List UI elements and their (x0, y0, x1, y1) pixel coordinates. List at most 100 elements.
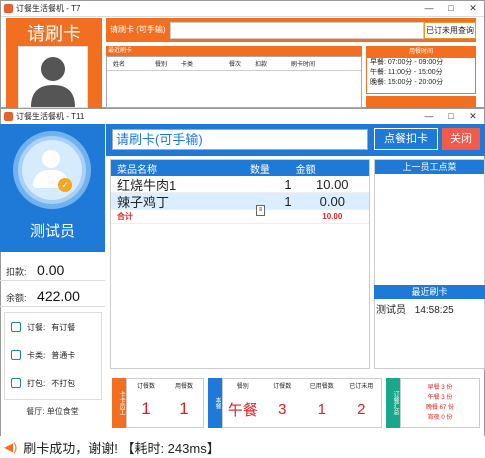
meal-time-line: 晚餐: 15:00分 - 20:00分 (370, 79, 444, 86)
meal-time-line: 早餐: 07:00分 - 09:00分 (370, 59, 444, 66)
info-box: 订餐: 有订餐 卡类: 普通卡 打包: 不打包 (4, 312, 102, 400)
stat-value: 1 (141, 399, 151, 418)
recent-title: 最近刷卡 (374, 285, 485, 299)
info-value: 有订餐 (51, 322, 76, 332)
status-text: 刷卡成功，谢谢! 【耗时: 243ms】 (23, 440, 220, 456)
stat-header: 已订未用 (349, 383, 374, 390)
pack-icon (11, 378, 21, 388)
stat-header: 用餐数 (174, 383, 193, 390)
info-pack: 打包: 不打包 (5, 369, 101, 397)
back-col: 扣款 (255, 62, 268, 68)
back-card-input[interactable] (170, 22, 424, 39)
total-row: 合计 10.00 (111, 210, 369, 224)
info-label: 订餐: (27, 322, 46, 332)
back-col: 卡类 (181, 62, 194, 68)
front-title-bar: 订餐生活餐机 - T11 — □ ✕ (1, 109, 484, 125)
this-meal-box: 餐别 订餐数 已用餐数 已订未用 午餐 3 1 2 (222, 378, 382, 428)
info-label: 打包: (27, 378, 46, 388)
close-icon[interactable]: ✕ (462, 111, 484, 122)
maximize-icon[interactable]: □ (440, 111, 462, 122)
balance-label: 余额: (6, 293, 27, 303)
meal-time-box: 用餐时间 早餐: 07:00分 - 09:00分 午餐: 11:00分 - 15… (366, 46, 476, 94)
close-button[interactable]: 关闭 (442, 128, 480, 150)
card-staff-box: 订餐数 用餐数 1 1 (126, 378, 204, 428)
summary-box: 早餐 3 份 午餐 3 份 晚餐 67 份 宵夜 0 份 (400, 378, 480, 428)
maximize-icon[interactable]: □ (440, 3, 462, 14)
meal-time-line: 午餐: 11:00分 - 15:00分 (370, 69, 443, 76)
back-title-bar: 订餐生活餐机 - T7 — □ ✕ (1, 1, 484, 17)
minimize-icon[interactable]: — (418, 3, 440, 14)
stat-header: 已用餐数 (309, 383, 334, 390)
summary-line: 宵夜 0 份 (427, 415, 453, 421)
info-card: 卡类: 普通卡 (5, 341, 101, 369)
card-icon (11, 350, 21, 360)
col-amount: 金额 (295, 164, 316, 176)
balance-row: 余额: 422.00 (6, 288, 80, 304)
stat-value: 3 (278, 400, 287, 418)
status-bar: ◀) 刷卡成功，谢谢! 【耗时: 243ms】 (0, 436, 485, 458)
divider (0, 280, 105, 281)
dish-amount: 0.00 (319, 193, 345, 209)
back-recent-grid: 姓名 餐别 卡类 餐次 扣款 刷卡时间 (106, 56, 362, 108)
back-col: 餐次 (229, 62, 242, 68)
back-col: 姓名 (113, 62, 126, 68)
back-col: 刷卡时间 (291, 62, 316, 68)
info-label: 卡类: (27, 350, 46, 360)
info-value: 不打包 (51, 378, 76, 388)
stat-value: 2 (357, 400, 366, 418)
hall-label: 餐厅: 单位食堂 (26, 407, 79, 416)
summary-line: 早餐 3 份 (427, 385, 453, 391)
prev-dishes-panel: 上一员工点菜 (374, 159, 485, 369)
user-name: 测试员 (29, 223, 75, 240)
back-header-title: 请刷卡 (27, 24, 81, 44)
check-icon: ✓ (58, 178, 72, 192)
this-meal-tag: 本餐 (208, 378, 222, 428)
prev-dishes-title: 上一员工点菜 (375, 160, 484, 174)
info-value: 普通卡 (51, 350, 76, 360)
dish-amount: 10.00 (316, 176, 349, 192)
meal-time-title: 用餐时间 (367, 47, 475, 58)
total-amount: 10.00 (322, 212, 343, 221)
deduct-button[interactable]: 点餐扣卡 (374, 128, 438, 150)
speaker-icon: ◀) (4, 440, 18, 454)
recent-name: 测试员 (376, 305, 406, 316)
stat-value: 1 (179, 399, 189, 418)
card-input[interactable]: 请刷卡(可手输) (112, 129, 368, 150)
summary-tag: 订餐汇总 (386, 378, 400, 428)
divider (0, 306, 105, 307)
summary-line: 晚餐 67 份 (425, 405, 454, 411)
note-icon: ≡ (256, 205, 265, 216)
total-label: 合计 (117, 212, 133, 221)
stat-header: 订餐数 (136, 383, 155, 390)
dish-grid: 菜品名称 数量 金额 红烧牛肉1 1 10.00 辣子鸡丁 1 0.00 合计 … (110, 159, 370, 369)
app-icon (4, 4, 13, 13)
order-icon (11, 322, 21, 332)
back-photo (18, 46, 88, 108)
back-card-label: 请刷卡 (可手输) (110, 25, 166, 34)
summary-line: 午餐 3 份 (427, 395, 453, 401)
recent-entry: 测试员 14:58:25 (376, 301, 454, 316)
back-col: 餐别 (155, 62, 168, 68)
deduct-row: 扣款: 0.00 (6, 262, 64, 278)
back-window-title: 订餐生活餐机 - T7 (16, 4, 81, 13)
col-name: 菜品名称 (117, 164, 157, 176)
back-recent-label: 最近刷卡 (106, 46, 362, 56)
stat-header: 订餐数 (273, 383, 292, 390)
card-staff-tag: 卡卡员工 (112, 378, 126, 428)
deduct-label: 扣款: (6, 267, 27, 277)
minimize-icon[interactable]: — (418, 111, 440, 122)
balance-value: 422.00 (37, 288, 80, 304)
deduct-value: 0.00 (37, 262, 65, 278)
stat-value: 午餐 (227, 401, 258, 419)
front-window-title: 订餐生活餐机 - T11 (16, 112, 85, 121)
avatar-head-icon (42, 150, 60, 168)
col-qty: 数量 (249, 164, 270, 176)
table-row[interactable]: 辣子鸡丁 1 0.00 (111, 193, 369, 210)
table-row[interactable]: 红烧牛肉1 1 10.00 (111, 176, 369, 193)
app-icon (4, 112, 13, 121)
recent-time: 14:58:25 (414, 305, 454, 316)
query-button[interactable]: 已订未用查询 (424, 22, 476, 39)
stat-header: 餐别 (236, 383, 249, 390)
close-icon[interactable]: ✕ (462, 3, 484, 14)
stat-value: 1 (317, 400, 326, 418)
